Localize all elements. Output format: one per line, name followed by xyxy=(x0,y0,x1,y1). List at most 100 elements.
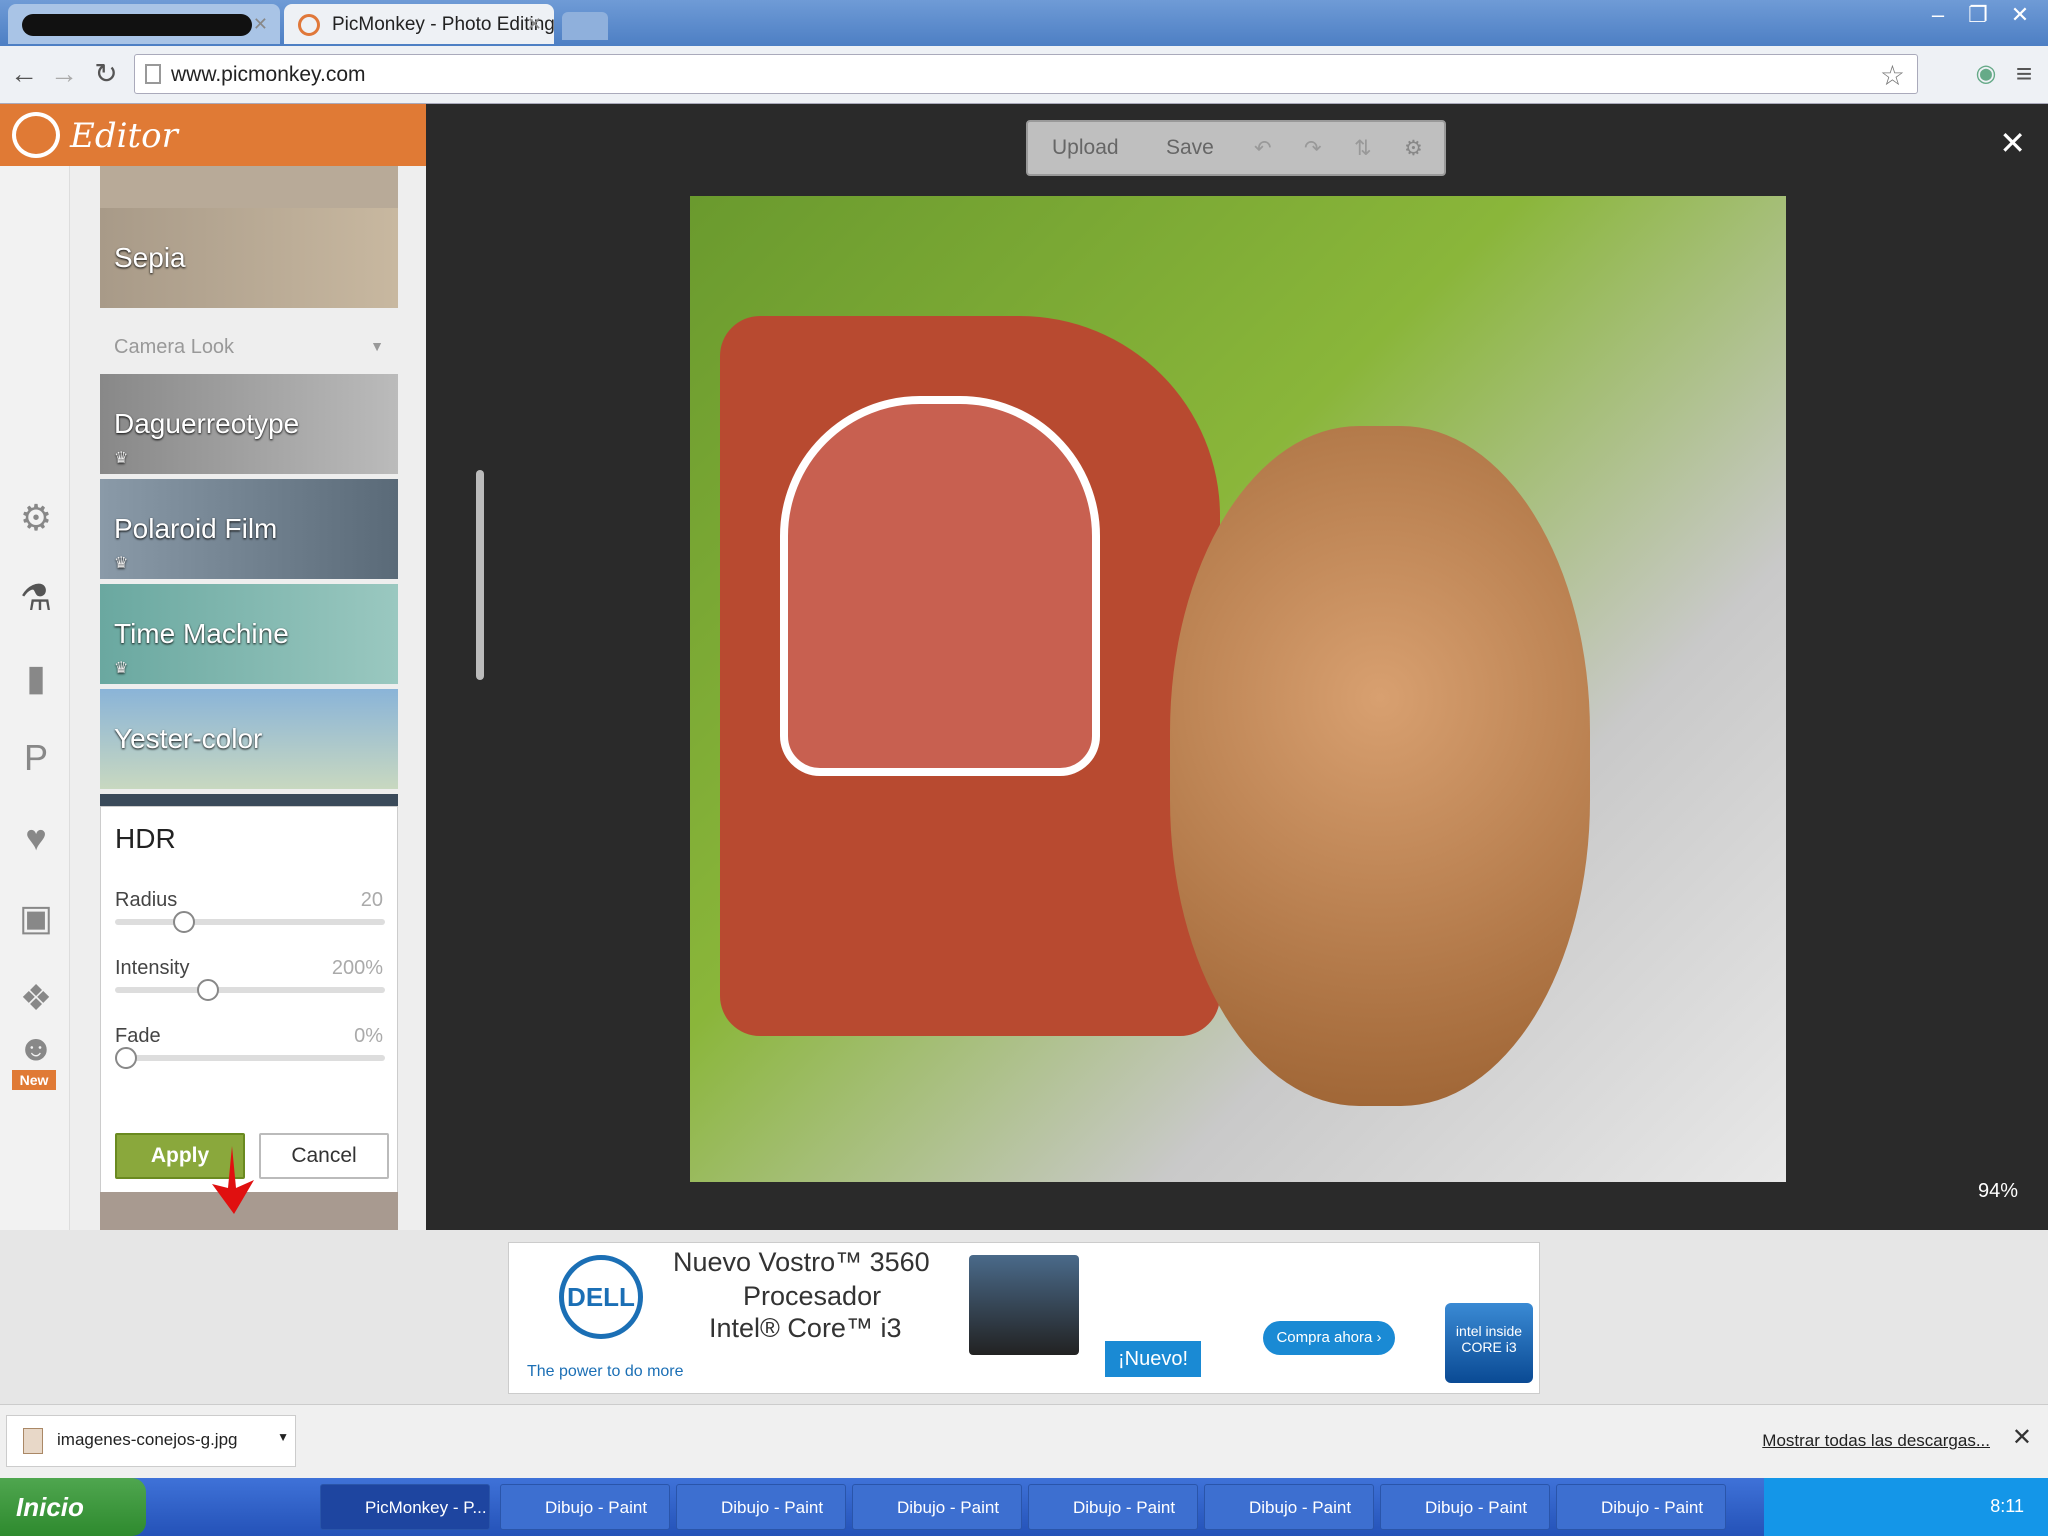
settings-gear-icon[interactable]: ⚙ xyxy=(1404,136,1423,161)
radius-slider-thumb[interactable] xyxy=(173,911,195,933)
overlays-icon[interactable]: ♥ xyxy=(14,816,58,860)
taskbar-label: Dibujo - Paint xyxy=(1249,1498,1352,1517)
taskbar-item-paint[interactable]: Dibujo - Paint xyxy=(1380,1484,1550,1530)
upload-button[interactable]: Upload xyxy=(1052,136,1119,160)
zoom-level[interactable]: 94% xyxy=(1978,1180,2018,1203)
taskbar-item-picmonkey[interactable]: PicMonkey - P... xyxy=(320,1484,490,1530)
save-button[interactable]: Save xyxy=(1166,136,1214,160)
tool-sidebar: ⚙ ⚗ ▮ P ♥ ▣ ❖ ☻ New xyxy=(0,166,70,1230)
fade-label: Fade xyxy=(115,1025,161,1047)
reload-icon[interactable]: ↻ xyxy=(88,56,124,92)
intel-logo: intel inside CORE i3 xyxy=(1445,1303,1533,1383)
camera-look-section[interactable]: Camera Look ▼ xyxy=(100,328,398,368)
radius-slider[interactable] xyxy=(115,911,385,933)
effect-sepia[interactable]: Sepia xyxy=(100,208,398,308)
tab-redacted[interactable]: ✕ xyxy=(8,4,280,44)
ad-line2: Procesador xyxy=(743,1281,882,1311)
themes-pumpkin-icon[interactable]: ☻ xyxy=(14,1026,58,1070)
restore-icon[interactable]: ❐ xyxy=(1958,2,1998,28)
effect-label: Polaroid Film xyxy=(114,513,278,544)
taskbar-item-paint[interactable]: Dibujo - Paint xyxy=(1556,1484,1726,1530)
fade-slider-thumb[interactable] xyxy=(115,1047,137,1069)
photo-heart-shape xyxy=(780,396,1100,776)
taskbar-label: Dibujo - Paint xyxy=(721,1498,824,1517)
taskbar-item-paint[interactable]: Dibujo - Paint xyxy=(500,1484,670,1530)
monkey-logo-icon[interactable] xyxy=(12,112,60,158)
crown-icon: ♛ xyxy=(114,555,129,572)
minimize-icon[interactable]: – xyxy=(1918,2,1958,28)
close-icon[interactable]: ✕ xyxy=(253,14,268,35)
address-bar: ← → ↻ www.picmonkey.com ☆ ◉ ≡ xyxy=(0,46,2048,104)
taskbar-item-paint[interactable]: Dibujo - Paint xyxy=(676,1484,846,1530)
ad-area: DELL The power to do more Nuevo Vostro™ … xyxy=(0,1230,2048,1404)
fade-value: 0% xyxy=(354,1025,383,1047)
touch-up-icon[interactable]: ▮ xyxy=(14,656,58,700)
cancel-button[interactable]: Cancel xyxy=(259,1133,389,1179)
panel-scrollbar[interactable] xyxy=(476,336,486,856)
page-icon xyxy=(145,64,161,84)
menu-icon[interactable]: ≡ xyxy=(2006,56,2042,92)
intensity-value: 200% xyxy=(331,957,383,979)
compare-icon[interactable]: ⇅ xyxy=(1354,136,1372,161)
chevron-down-icon[interactable]: ▼ xyxy=(277,1430,289,1444)
downloads-bar: imagenes-conejos-g.jpg ▼ Mostrar todas la… xyxy=(0,1404,2048,1478)
show-all-downloads-link[interactable]: Mostrar todas las descargas... xyxy=(1762,1431,1990,1451)
picmonkey-app: Editor ⚙ ⚗ ▮ P ♥ ▣ ❖ ☻ New Sepia Camera … xyxy=(0,104,2048,1260)
taskbar-label: Dibujo - Paint xyxy=(1425,1498,1528,1517)
dell-tagline: The power to do more xyxy=(527,1363,684,1380)
intensity-slider[interactable] xyxy=(115,979,385,1001)
redo-icon[interactable]: ↷ xyxy=(1304,136,1322,161)
frames-icon[interactable]: ▣ xyxy=(14,896,58,940)
ad-headline: Nuevo Vostro™ 3560 xyxy=(673,1247,930,1277)
forward-icon[interactable]: → xyxy=(46,56,82,92)
effect-polaroid-film[interactable]: Polaroid Film ♛ xyxy=(100,479,398,579)
download-item[interactable]: imagenes-conejos-g.jpg ▼ xyxy=(6,1415,296,1467)
dell-banner-ad[interactable]: DELL The power to do more Nuevo Vostro™ … xyxy=(508,1242,1540,1394)
effect-daguerreotype[interactable]: Daguerreotype ♛ xyxy=(100,374,398,474)
back-icon[interactable]: ← xyxy=(6,56,42,92)
editor-header: Editor xyxy=(0,104,426,166)
effects-panel: Sepia Camera Look ▼ Daguerreotype ♛ Polaro… xyxy=(70,166,484,1260)
url-field[interactable]: www.picmonkey.com ☆ xyxy=(134,54,1918,94)
start-button[interactable]: Inicio xyxy=(0,1478,146,1536)
file-icon xyxy=(23,1428,43,1454)
taskbar-item-paint[interactable]: Dibujo - Paint xyxy=(1204,1484,1374,1530)
editor-title: Editor xyxy=(70,116,178,156)
effect-label: Sepia xyxy=(114,242,186,273)
download-filename: imagenes-conejos-g.jpg xyxy=(57,1430,238,1449)
text-icon[interactable]: P xyxy=(14,736,58,780)
taskbar-item-paint[interactable]: Dibujo - Paint xyxy=(852,1484,1022,1530)
effect-yester-color[interactable]: Yester-color xyxy=(100,689,398,789)
url-text: www.picmonkey.com xyxy=(171,63,366,86)
dell-logo: DELL xyxy=(559,1255,643,1339)
fade-slider[interactable] xyxy=(115,1047,385,1069)
red-arrow-annotation xyxy=(212,1146,254,1214)
extension-icon[interactable]: ◉ xyxy=(1968,56,2004,92)
scrollbar-thumb[interactable] xyxy=(476,470,484,680)
effect-time-machine[interactable]: Time Machine ♛ xyxy=(100,584,398,684)
buy-now-button[interactable]: Compra ahora › xyxy=(1263,1321,1395,1355)
radius-label: Radius xyxy=(115,889,178,911)
hdr-title: HDR xyxy=(115,823,176,854)
close-icon[interactable]: ✕ xyxy=(527,14,542,35)
intensity-label: Intensity xyxy=(115,957,190,979)
laptop-image xyxy=(969,1255,1079,1355)
system-tray: 8:11 xyxy=(1764,1478,2048,1536)
taskbar-label: Dibujo - Paint xyxy=(545,1498,648,1517)
effect-label: Daguerreotype xyxy=(114,408,300,439)
basic-edits-icon[interactable]: ⚙ xyxy=(14,496,58,540)
tab-picmonkey[interactable]: PicMonkey - Photo Editing Ma✕ xyxy=(284,4,554,44)
effects-flask-icon[interactable]: ⚗ xyxy=(14,576,58,620)
taskbar-label: Dibujo - Paint xyxy=(1073,1498,1176,1517)
undo-icon[interactable]: ↶ xyxy=(1254,136,1272,161)
bookmark-star-icon[interactable]: ☆ xyxy=(1880,59,1905,92)
textures-icon[interactable]: ❖ xyxy=(14,976,58,1020)
close-downloads-icon[interactable]: ✕ xyxy=(2012,1423,2032,1452)
intensity-slider-thumb[interactable] xyxy=(197,979,219,1001)
redaction-scribble xyxy=(22,14,252,36)
close-editor-icon[interactable]: ✕ xyxy=(1999,124,2026,162)
taskbar-label: Dibujo - Paint xyxy=(1601,1498,1704,1517)
new-tab-button[interactable] xyxy=(562,12,608,40)
taskbar-item-paint[interactable]: Dibujo - Paint xyxy=(1028,1484,1198,1530)
close-window-icon[interactable]: ✕ xyxy=(2000,2,2040,28)
